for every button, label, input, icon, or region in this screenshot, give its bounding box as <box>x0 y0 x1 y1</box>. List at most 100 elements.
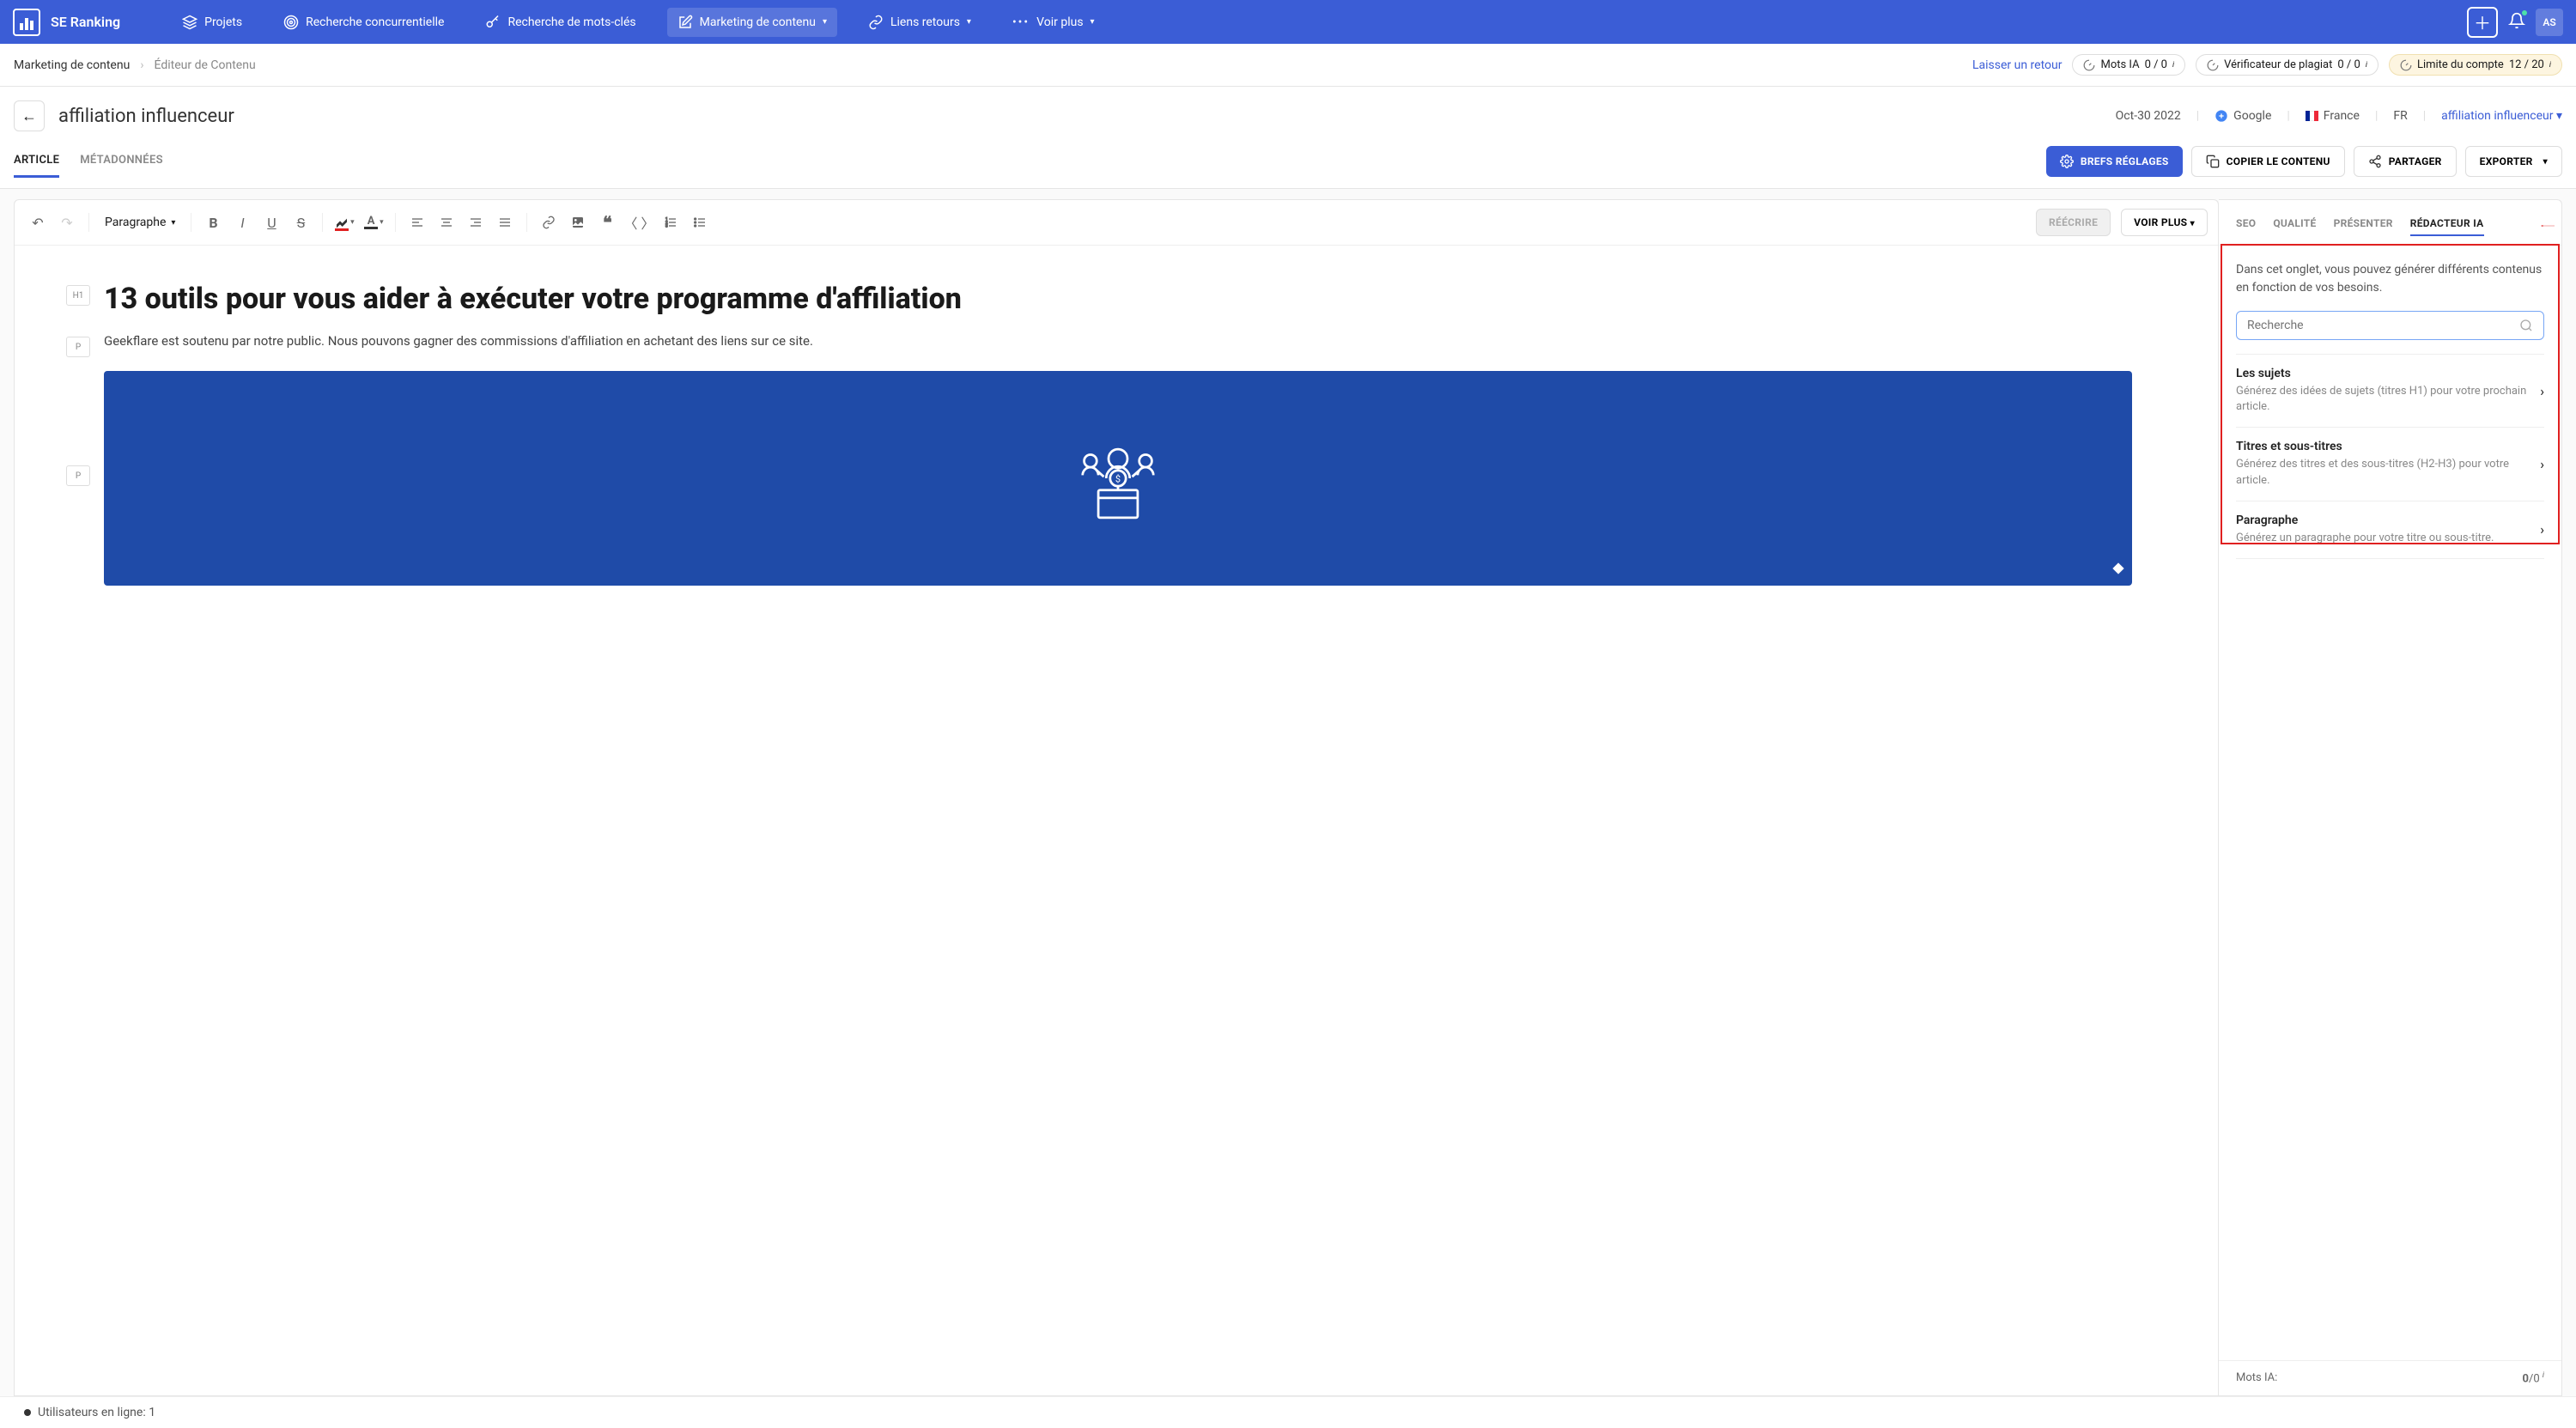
align-right-button[interactable] <box>463 210 489 235</box>
nav-right: ＋ AS <box>2467 7 2563 38</box>
gear-icon <box>2060 155 2074 168</box>
mots-ia-badge[interactable]: Mots IA 0 / 0 i <box>2072 54 2185 76</box>
link-button[interactable] <box>536 210 562 235</box>
block-tag-h1: H1 <box>66 285 90 306</box>
info-icon: i <box>2549 61 2551 70</box>
status-bar: Utilisateurs en ligne: 1 <box>0 1396 2576 1428</box>
tabs: ARTICLE MÉTADONNÉES <box>14 145 163 178</box>
highlight-color-button[interactable]: ▾ <box>331 210 357 235</box>
search-input[interactable] <box>2247 319 2519 332</box>
nav-liens[interactable]: Liens retours ▾ <box>858 8 981 37</box>
nav-concurrentielle[interactable]: Recherche concurrentielle <box>273 8 454 37</box>
breadcrumb-bar: Marketing de contenu › Éditeur de Conten… <box>0 44 2576 87</box>
ordered-list-button[interactable]: 123 <box>658 210 683 235</box>
option-title: Paragraphe <box>2236 513 2530 527</box>
add-button[interactable]: ＋ <box>2467 7 2498 38</box>
image-button[interactable] <box>565 210 591 235</box>
keyword-link[interactable]: affiliation influenceur ▾ <box>2441 109 2562 123</box>
sidebar-footer: Mots IA: 0/0 i <box>2219 1360 2561 1395</box>
partager-button[interactable]: PARTAGER <box>2354 146 2457 177</box>
page-title: affiliation influenceur <box>58 106 234 127</box>
engine-label: Google <box>2215 109 2271 123</box>
nav-projets[interactable]: Projets <box>172 8 252 37</box>
tab-metadonnees[interactable]: MÉTADONNÉES <box>80 145 163 178</box>
top-nav: SE Ranking Projets Recherche concurrenti… <box>0 0 2576 44</box>
nav-contenu[interactable]: Marketing de contenu ▾ <box>667 8 837 37</box>
layers-icon <box>182 15 197 30</box>
chevron-down-icon: ▾ <box>823 17 827 27</box>
bold-button[interactable]: B <box>200 210 226 235</box>
nav-voirplus[interactable]: ••• Voir plus ▾ <box>1002 9 1105 36</box>
code-button[interactable]: 〈 〉 <box>623 210 654 235</box>
gauge-icon <box>2400 59 2412 71</box>
undo-button[interactable]: ↶ <box>25 210 51 235</box>
nav-motscles[interactable]: Recherche de mots-clés <box>475 8 646 37</box>
back-button[interactable]: ← <box>14 100 45 131</box>
notifications-button[interactable] <box>2508 12 2525 33</box>
reecrire-button[interactable]: RÉÉCRIRE <box>2036 209 2111 236</box>
info-icon: i <box>2172 61 2174 70</box>
sidebar-body: Dans cet onglet, vous pouvez générer dif… <box>2219 246 2561 1360</box>
image-block: P $ <box>66 371 2132 586</box>
title-left: ← affiliation influenceur <box>14 100 234 131</box>
svg-text:3: 3 <box>665 223 668 228</box>
breadcrumb-link-1[interactable]: Marketing de contenu <box>14 58 130 72</box>
content-image[interactable]: $ <box>104 371 2132 586</box>
option-titres[interactable]: Titres et sous-titres Générez des titres… <box>2236 428 2544 501</box>
date-label: Oct-30 2022 <box>2116 109 2181 123</box>
user-avatar[interactable]: AS <box>2536 9 2563 36</box>
svg-text:$: $ <box>1115 474 1121 485</box>
logo[interactable]: SE Ranking <box>13 9 120 36</box>
italic-button[interactable]: I <box>229 210 255 235</box>
tab-article[interactable]: ARTICLE <box>14 145 59 178</box>
chevron-right-icon: › <box>2540 521 2544 538</box>
p-block: P Geekflare est soutenu par notre public… <box>66 331 2132 357</box>
sidebar-intro: Dans cet onglet, vous pouvez générer dif… <box>2236 261 2544 297</box>
voir-plus-button[interactable]: VOIR PLUS ▾ <box>2121 209 2208 236</box>
redo-button[interactable]: ↷ <box>54 210 80 235</box>
paragraph-select[interactable]: Paragraphe▾ <box>98 212 182 233</box>
image-source-icon <box>2111 562 2125 579</box>
sidebar-tab-seo[interactable]: SEO <box>2236 212 2256 236</box>
main: ↶ ↷ Paragraphe▾ B I U S ▾ A ▾ <box>0 189 2576 1396</box>
sidebar-tab-presenter[interactable]: PRÉSENTER <box>2334 212 2393 236</box>
content-area[interactable]: H1 13 outils pour vous aider à exécuter … <box>15 246 2218 1395</box>
mots-ia-value: 0/0 i <box>2523 1371 2545 1385</box>
breadcrumb-sep: › <box>140 58 143 72</box>
block-tag-p2: P <box>66 465 90 486</box>
chevron-down-icon: ▾ <box>171 218 175 228</box>
strikethrough-button[interactable]: S <box>288 210 313 235</box>
feedback-link[interactable]: Laisser un retour <box>1972 58 2063 72</box>
underline-button[interactable]: U <box>258 210 284 235</box>
text-color-button[interactable]: A ▾ <box>361 210 386 235</box>
sidebar: SEO QUALITÉ PRÉSENTER RÉDACTEUR IA Dans … <box>2219 199 2562 1396</box>
limite-badge[interactable]: Limite du compte 12 / 20 i <box>2389 54 2562 76</box>
plagiat-badge[interactable]: Vérificateur de plagiat 0 / 0 i <box>2196 54 2379 76</box>
country-label: France <box>2306 109 2360 123</box>
sidebar-tabs: SEO QUALITÉ PRÉSENTER RÉDACTEUR IA <box>2219 200 2561 246</box>
sidebar-tab-qualite[interactable]: QUALITÉ <box>2273 212 2316 236</box>
mots-ia-label: Mots IA: <box>2236 1371 2277 1385</box>
annotation-arrow <box>2541 210 2555 239</box>
option-sujets[interactable]: Les sujets Générez des idées de sujets (… <box>2236 354 2544 428</box>
align-center-button[interactable] <box>434 210 459 235</box>
share-icon <box>2368 155 2382 168</box>
brefs-reglages-button[interactable]: BREFS RÉGLAGES <box>2046 146 2183 177</box>
option-desc: Générez des idées de sujets (titres H1) … <box>2236 384 2530 415</box>
chevron-down-icon: ▾ <box>1091 17 1095 27</box>
quote-button[interactable]: ❝ <box>594 210 620 235</box>
align-justify-button[interactable] <box>492 210 518 235</box>
sidebar-tab-redacteur[interactable]: RÉDACTEUR IA <box>2410 212 2484 236</box>
p-text[interactable]: Geekflare est soutenu par notre public. … <box>104 331 2132 351</box>
unordered-list-button[interactable] <box>687 210 713 235</box>
search-box[interactable] <box>2236 311 2544 340</box>
exporter-button[interactable]: EXPORTER ▾ <box>2465 146 2562 177</box>
chevron-down-icon: ▾ <box>967 17 971 27</box>
option-paragraphe[interactable]: Paragraphe Générez un paragraphe pour vo… <box>2236 501 2544 559</box>
align-left-button[interactable] <box>404 210 430 235</box>
chevron-right-icon: › <box>2540 383 2544 399</box>
breadcrumb-right: Laisser un retour Mots IA 0 / 0 i Vérifi… <box>1972 54 2562 76</box>
affiliate-illustration-icon: $ <box>1071 431 1165 526</box>
copier-contenu-button[interactable]: COPIER LE CONTENU <box>2191 146 2345 177</box>
h1-text[interactable]: 13 outils pour vous aider à exécuter vot… <box>104 280 2132 318</box>
